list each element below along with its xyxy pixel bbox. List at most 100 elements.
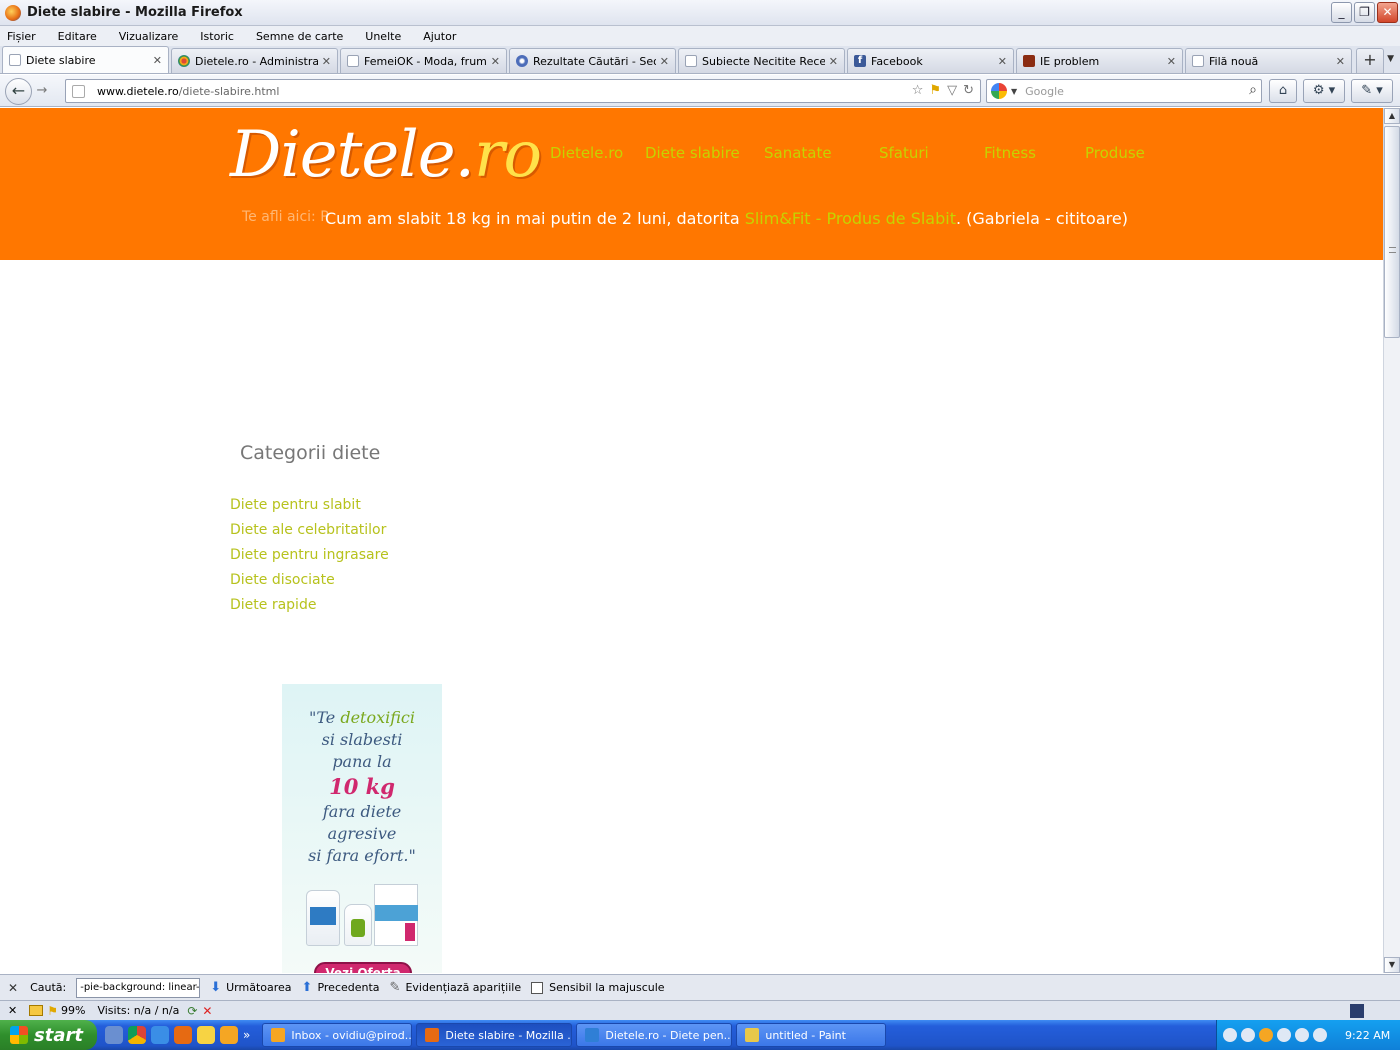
site-identity-icon[interactable] [72, 84, 85, 98]
find-previous-button[interactable]: ⬆ Precedenta [302, 980, 380, 995]
tab-close-icon[interactable]: ✕ [153, 54, 162, 67]
taskbar-item-firefox[interactable]: Diete slabire - Mozilla ... [416, 1023, 573, 1047]
find-input[interactable]: -pie-background: linear-gradient [76, 977, 201, 998]
category-link[interactable]: Diete disociate [230, 572, 389, 597]
site-logo[interactable]: Dietele.ro [230, 118, 542, 192]
advertisement-banner[interactable]: "Te detoxifici si slabesti pana la 10 kg… [282, 684, 442, 973]
tab-list-chevron-icon[interactable]: ▼ [1387, 54, 1394, 64]
nav-sanatate[interactable]: Sanatate [764, 144, 879, 162]
sync-icon[interactable]: ⟳ [187, 1004, 197, 1018]
flag-icon[interactable]: ⚑ [47, 1004, 58, 1018]
taskbar-item-ie[interactable]: Dietele.ro - Diete pen... [576, 1023, 733, 1047]
testimonial-banner: Cum am slabit 18 kg in mai putin de 2 lu… [325, 209, 1128, 228]
tab-subiecte-necitite[interactable]: Subiecte Necitite Recente ✕ [678, 48, 845, 73]
vertical-scrollbar[interactable]: ▲ ▼ [1383, 108, 1400, 973]
tools-menu-button[interactable]: ✎ ▾ [1351, 79, 1393, 103]
tab-close-icon[interactable]: ✕ [1167, 55, 1176, 68]
clock[interactable]: 9:22 AM [1345, 1029, 1390, 1042]
messenger-icon[interactable] [197, 1026, 215, 1044]
start-button[interactable]: start [0, 1020, 97, 1050]
chevron-left-icon[interactable] [1241, 1028, 1255, 1042]
more-chevron-icon[interactable]: » [243, 1028, 250, 1042]
tab-dietele-administration[interactable]: Dietele.ro - Administration ✕ [171, 48, 338, 73]
highlight-all-button[interactable]: ✎ Evidențiază aparițiile [390, 980, 522, 995]
nav-dietele-ro[interactable]: Dietele.ro [550, 144, 645, 162]
scroll-thumb[interactable] [1384, 126, 1400, 338]
menu-tools[interactable]: Unelte [362, 30, 404, 43]
search-input[interactable]: Google [1025, 85, 1064, 98]
tab-femeiok[interactable]: FemeiOK - Moda, frumu... ✕ [340, 48, 507, 73]
scroll-down-arrow[interactable]: ▼ [1384, 957, 1400, 973]
safely-remove-icon[interactable] [1313, 1028, 1327, 1042]
network-icon[interactable] [1277, 1028, 1291, 1042]
nav-fitness[interactable]: Fitness [984, 144, 1085, 162]
menu-edit[interactable]: Editare [55, 30, 100, 43]
tab-close-icon[interactable]: ✕ [660, 55, 669, 68]
zoom-icon[interactable] [29, 1005, 44, 1016]
tab-rezultate-cautari[interactable]: Rezultate Căutări - Seo... ✕ [509, 48, 676, 73]
addon-bar-close-icon[interactable]: ✕ [8, 1004, 17, 1017]
outlook-icon[interactable] [220, 1026, 238, 1044]
back-button[interactable]: ← [5, 77, 32, 105]
category-link[interactable]: Diete ale celebritatilor [230, 522, 389, 547]
window-controls: _ ❐ ✕ [1331, 2, 1398, 23]
volume-icon[interactable] [1295, 1028, 1309, 1042]
menu-history[interactable]: Istoric [197, 30, 237, 43]
menu-help[interactable]: Ajutor [420, 30, 459, 43]
category-link[interactable]: Diete pentru ingrasare [230, 547, 389, 572]
tab-facebook[interactable]: f Facebook ✕ [847, 48, 1014, 73]
menu-view[interactable]: Vizualizare [116, 30, 182, 43]
scroll-up-arrow[interactable]: ▲ [1384, 108, 1400, 124]
show-desktop-icon[interactable] [105, 1026, 123, 1044]
taskbar-item-paint[interactable]: untitled - Paint [736, 1023, 887, 1047]
tab-fila-noua[interactable]: Filă nouă ✕ [1185, 48, 1352, 73]
tab-diete-slabire[interactable]: Diete slabire ✕ [2, 46, 169, 73]
search-engine-dropdown-icon[interactable]: ▼ [1011, 87, 1017, 96]
category-link[interactable]: Diete pentru slabit [230, 497, 389, 522]
maximize-button[interactable]: ❐ [1354, 2, 1375, 23]
menu-file[interactable]: Fișier [4, 30, 39, 43]
match-case-checkbox[interactable]: Sensibil la majuscule [531, 981, 665, 994]
nav-sfaturi[interactable]: Sfaturi [879, 144, 984, 162]
help-icon[interactable] [1223, 1028, 1237, 1042]
search-bar[interactable]: ▼ Google ⌕ [986, 79, 1262, 103]
category-link[interactable]: Diete rapide [230, 597, 389, 622]
tab-close-icon[interactable]: ✕ [491, 55, 500, 68]
tab-close-icon[interactable]: ✕ [829, 55, 838, 68]
find-bar-close-icon[interactable]: ✕ [8, 981, 18, 995]
tab-label: Rezultate Căutări - Seo... [533, 54, 656, 68]
firefox-quicklaunch-icon[interactable] [174, 1026, 192, 1044]
magnifier-icon[interactable]: ⌕ [1249, 82, 1257, 98]
find-next-button[interactable]: ⬇ Următoarea [210, 980, 291, 995]
google-icon[interactable] [991, 83, 1007, 99]
home-button[interactable]: ⌂ [1269, 79, 1297, 103]
nav-diete-slabire[interactable]: Diete slabire [645, 144, 764, 162]
nav-produse[interactable]: Produse [1085, 144, 1145, 162]
url-path: /diete-slabire.html [178, 84, 280, 98]
url-bar-icons: ☆ ⚑ ▽ ↻ [912, 83, 974, 98]
outlook-tray-icon[interactable] [1259, 1028, 1273, 1042]
url-bar[interactable]: www.dietele.ro/diete-slabire.html ☆ ⚑ ▽ … [65, 79, 981, 103]
windows-taskbar: start » Inbox - ovidiu@pirod... Diete sl… [0, 1020, 1400, 1050]
new-tab-button[interactable]: + [1356, 48, 1384, 73]
addon-toolbar-button[interactable]: ⚙ ▾ [1303, 79, 1345, 103]
bookmark-star-icon[interactable]: ☆ [912, 83, 924, 98]
tab-close-icon[interactable]: ✕ [1336, 55, 1345, 68]
tab-close-icon[interactable]: ✕ [322, 55, 331, 68]
close-window-button[interactable]: ✕ [1377, 2, 1398, 23]
tab-ie-problem[interactable]: IE problem ✕ [1016, 48, 1183, 73]
internet-explorer-icon[interactable] [151, 1026, 169, 1044]
chrome-icon[interactable] [128, 1026, 146, 1044]
dropdown-arrow-icon[interactable]: ▽ [947, 83, 957, 98]
reload-icon[interactable]: ↻ [963, 83, 974, 98]
error-icon[interactable]: ✕ [202, 1004, 212, 1018]
minimize-button[interactable]: _ [1331, 2, 1352, 23]
tab-close-icon[interactable]: ✕ [998, 55, 1007, 68]
testimonial-product-link[interactable]: Slim&Fit - Produs de Slabit [745, 209, 956, 228]
forward-button[interactable]: → [32, 81, 52, 101]
taskbar-item-inbox[interactable]: Inbox - ovidiu@pirod... [262, 1023, 413, 1047]
ad-cta-button[interactable]: Vezi Oferta [314, 962, 412, 973]
network-monitor-icon[interactable] [1350, 1004, 1364, 1018]
menu-bookmarks[interactable]: Semne de carte [253, 30, 346, 43]
flag-icon[interactable]: ⚑ [929, 83, 941, 98]
